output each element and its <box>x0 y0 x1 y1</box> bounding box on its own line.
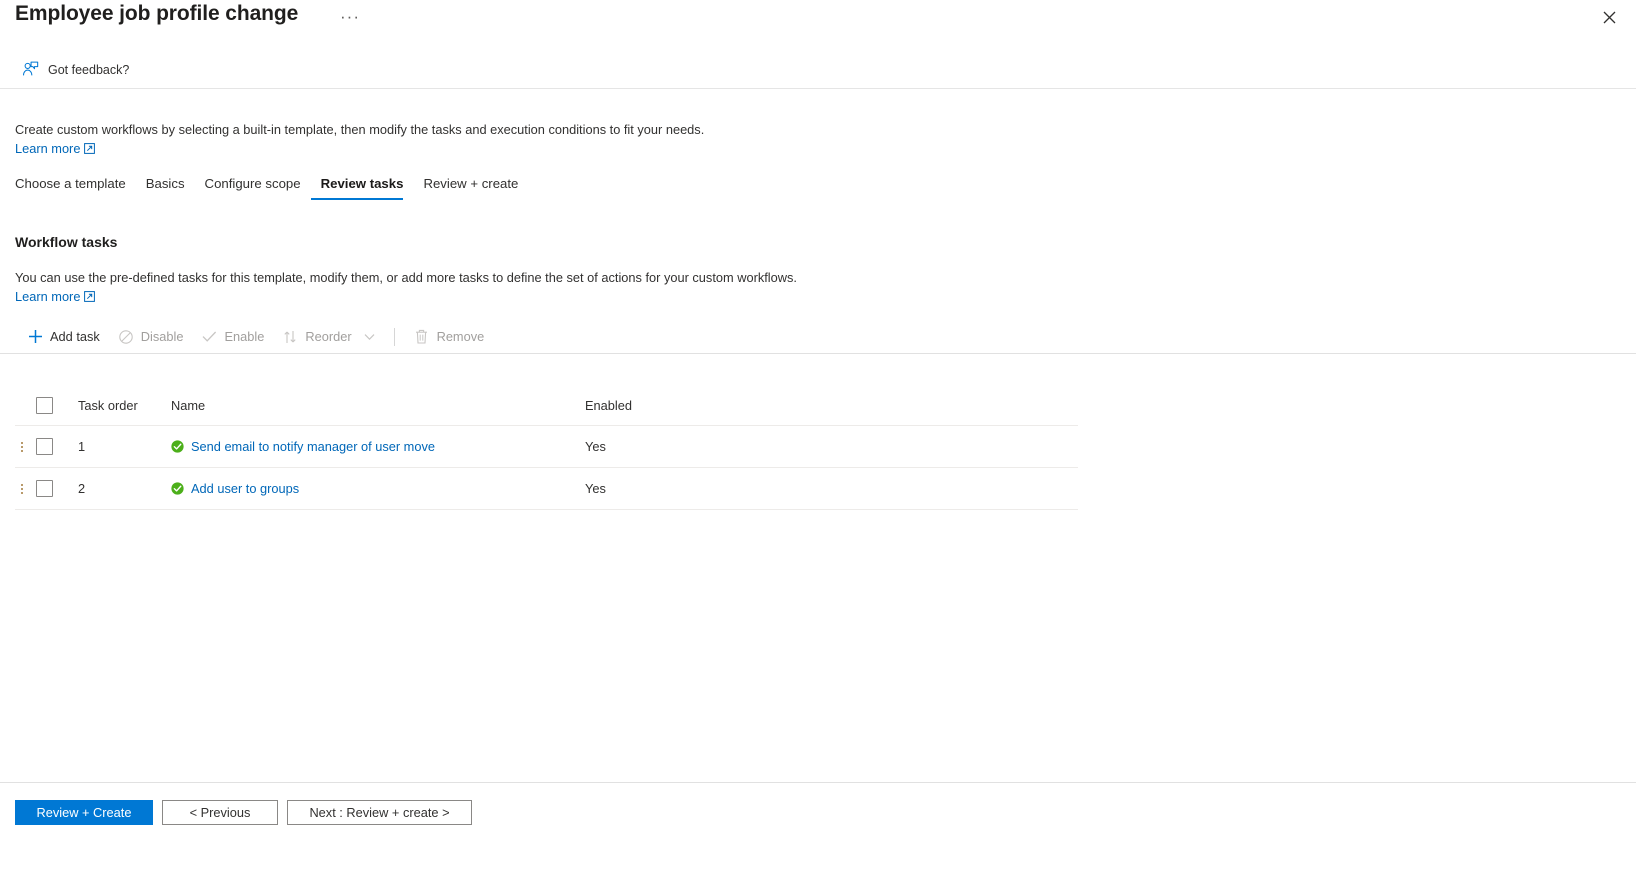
close-button[interactable] <box>1598 6 1620 28</box>
column-header-enabled[interactable]: Enabled <box>585 398 1078 413</box>
remove-task-button: Remove <box>405 325 494 349</box>
tab-review-create[interactable]: Review + create <box>413 176 528 200</box>
tab-review-tasks[interactable]: Review tasks <box>310 176 414 200</box>
task-name-link[interactable]: Add user to groups <box>191 481 299 496</box>
disable-task-button: Disable <box>109 325 193 349</box>
plus-icon <box>27 329 43 345</box>
row-name-cell: Add user to groups <box>171 481 585 496</box>
external-link-icon <box>84 141 96 159</box>
feedback-person-icon <box>22 61 39 76</box>
more-options-button[interactable]: ··· <box>336 5 364 29</box>
previous-button[interactable]: < Previous <box>162 800 278 825</box>
row-drag-handle[interactable] <box>15 483 29 494</box>
column-header-task-order[interactable]: Task order <box>75 398 171 413</box>
chevron-down-icon <box>364 333 375 341</box>
enable-task-button: Enable <box>192 325 273 349</box>
section-title: Workflow tasks <box>15 234 118 250</box>
tab-configure-scope[interactable]: Configure scope <box>195 176 311 200</box>
section-learn-more-row: Learn more <box>15 288 1115 307</box>
row-enabled: Yes <box>585 439 606 454</box>
row-task-order: 1 <box>78 439 86 454</box>
external-link-icon <box>84 289 96 307</box>
sort-arrows-icon <box>282 329 298 345</box>
review-create-button[interactable]: Review + Create <box>15 800 153 825</box>
check-circle-icon <box>171 482 184 495</box>
table-row[interactable]: 1 Send email to notify manager of user m… <box>15 426 1078 468</box>
add-task-button[interactable]: Add task <box>18 325 109 349</box>
intro-learn-more-row: Learn more <box>15 140 1015 159</box>
remove-task-label: Remove <box>436 329 485 344</box>
block-circle-icon <box>118 329 134 345</box>
tab-choose-a-template[interactable]: Choose a template <box>15 176 136 200</box>
task-name-link[interactable]: Send email to notify manager of user mov… <box>191 439 435 454</box>
tab-basics[interactable]: Basics <box>136 176 195 200</box>
table-header-row: Task order Name Enabled <box>15 386 1078 426</box>
feedback-strip: Got feedback? <box>0 57 1636 89</box>
workflow-tasks-table: Task order Name Enabled 1 Send email to … <box>15 386 1078 510</box>
row-task-order: 2 <box>78 481 86 496</box>
row-checkbox[interactable] <box>36 480 53 497</box>
table-row[interactable]: 2 Add user to groups Yes <box>15 468 1078 510</box>
drag-handle-icon <box>21 483 23 494</box>
row-drag-handle[interactable] <box>15 441 29 452</box>
intro-block: Create custom workflows by selecting a b… <box>15 121 1015 159</box>
reorder-tasks-label: Reorder <box>305 329 352 344</box>
disable-task-label: Disable <box>140 329 184 344</box>
enable-task-label: Enable <box>224 329 265 344</box>
check-circle-icon <box>171 440 184 453</box>
select-all-cell <box>29 397 75 414</box>
next-button[interactable]: Next : Review + create > <box>287 800 472 825</box>
trash-icon <box>414 329 430 345</box>
wizard-tabs: Choose a template Basics Configure scope… <box>15 176 528 200</box>
page-title: Employee job profile change <box>15 2 299 25</box>
row-enabled: Yes <box>585 481 606 496</box>
intro-description: Create custom workflows by selecting a b… <box>15 122 705 137</box>
row-name-cell: Send email to notify manager of user mov… <box>171 439 585 454</box>
row-checkbox[interactable] <box>36 438 53 455</box>
row-select-cell <box>29 480 75 497</box>
column-header-name[interactable]: Name <box>171 398 585 413</box>
got-feedback-label: Got feedback? <box>48 62 130 77</box>
got-feedback-button[interactable]: Got feedback? <box>22 61 129 78</box>
select-all-checkbox[interactable] <box>36 397 53 414</box>
section-learn-more-link[interactable]: Learn more <box>15 289 80 304</box>
intro-learn-more-link[interactable]: Learn more <box>15 141 80 156</box>
reorder-tasks-button: Reorder <box>273 325 383 349</box>
checkmark-icon <box>201 329 217 345</box>
drag-handle-icon <box>21 441 23 452</box>
wizard-footer: Review + Create < Previous Next : Review… <box>0 782 1636 870</box>
toolbar-divider <box>393 327 395 346</box>
section-description-block: You can use the pre-defined tasks for th… <box>15 269 1115 307</box>
blade-header: Employee job profile change ··· <box>0 0 1636 44</box>
row-select-cell <box>29 438 75 455</box>
footer-buttons: Review + Create < Previous Next : Review… <box>15 800 472 825</box>
close-icon <box>1603 11 1615 23</box>
tasks-command-bar: Add task Disable Enable Reorder Remove <box>0 320 1636 354</box>
add-task-label: Add task <box>50 329 100 344</box>
section-description: You can use the pre-defined tasks for th… <box>15 270 797 285</box>
